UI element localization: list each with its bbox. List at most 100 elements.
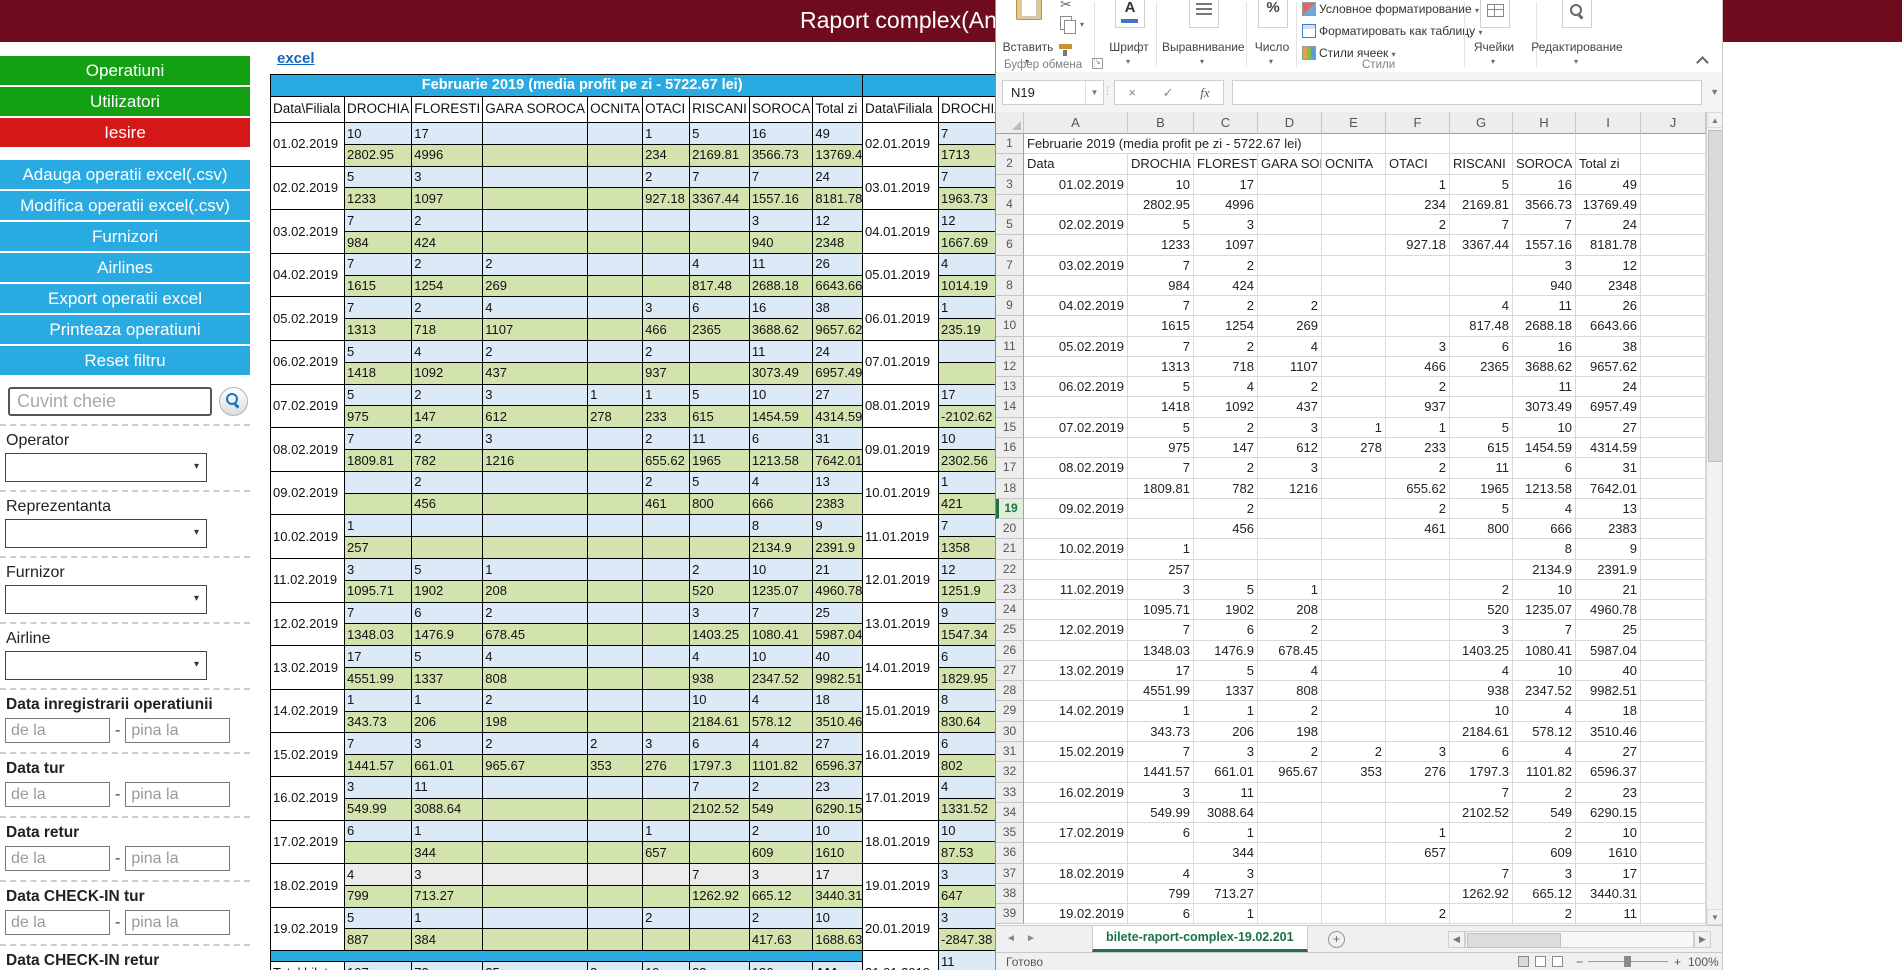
cell[interactable]: 1615 xyxy=(1128,316,1194,336)
column-header-I[interactable]: I xyxy=(1576,112,1641,134)
row-header-31[interactable]: 31 xyxy=(996,742,1024,762)
row-header-36[interactable]: 36 xyxy=(996,843,1024,863)
cell[interactable] xyxy=(1258,884,1322,904)
cell[interactable] xyxy=(1322,316,1386,336)
cell[interactable]: 3088.64 xyxy=(1194,803,1258,823)
cell[interactable]: 12 xyxy=(1576,256,1641,276)
row-header-5[interactable]: 5 xyxy=(996,215,1024,235)
cell[interactable]: 1337 xyxy=(1194,681,1258,701)
cell[interactable] xyxy=(1258,560,1322,580)
cell[interactable] xyxy=(1322,864,1386,884)
cell[interactable]: 1 xyxy=(1194,823,1258,843)
cell[interactable]: 1610 xyxy=(1576,843,1641,863)
normal-view-icon[interactable] xyxy=(1518,956,1529,967)
cell[interactable]: 8 xyxy=(1513,539,1576,559)
fx-icon[interactable]: fx xyxy=(1200,85,1209,101)
row-header-12[interactable]: 12 xyxy=(996,357,1024,377)
header-cell[interactable]: Total zi xyxy=(1576,154,1641,174)
cell[interactable]: 3 xyxy=(1258,458,1322,478)
cell[interactable]: 2391.9 xyxy=(1576,560,1641,580)
cell[interactable] xyxy=(1322,458,1386,478)
cell[interactable] xyxy=(1641,580,1706,600)
cell[interactable]: 6 xyxy=(1450,742,1513,762)
cell[interactable]: 1403.25 xyxy=(1450,641,1513,661)
cell[interactable]: 233 xyxy=(1386,438,1450,458)
cell[interactable] xyxy=(1128,843,1194,863)
cell[interactable]: 437 xyxy=(1258,397,1322,417)
cell[interactable] xyxy=(1641,316,1706,336)
cell[interactable] xyxy=(1322,134,1386,154)
cell[interactable] xyxy=(1641,276,1706,296)
filter-select-airline[interactable]: ▾ xyxy=(5,651,207,680)
cell[interactable]: 3 xyxy=(1258,418,1322,438)
sidebar-action-button[interactable]: Adauga operatii excel(.csv) xyxy=(0,160,250,189)
cell[interactable] xyxy=(1641,722,1706,742)
cell[interactable] xyxy=(1386,641,1450,661)
cell[interactable] xyxy=(1024,397,1128,417)
cell[interactable]: 817.48 xyxy=(1450,316,1513,336)
cell[interactable]: 2184.61 xyxy=(1450,722,1513,742)
cell[interactable]: 3566.73 xyxy=(1513,195,1576,215)
cell[interactable]: 5 xyxy=(1194,580,1258,600)
cell[interactable]: 06.02.2019 xyxy=(1024,377,1128,397)
date-from-input[interactable] xyxy=(5,782,110,807)
cell[interactable]: 1313 xyxy=(1128,357,1194,377)
cell[interactable]: 1233 xyxy=(1128,235,1194,255)
cell[interactable]: 04.02.2019 xyxy=(1024,296,1128,316)
sidebar-action-button[interactable]: Printeaza operatiuni xyxy=(0,315,250,344)
cell[interactable]: 2 xyxy=(1386,215,1450,235)
cell[interactable]: 665.12 xyxy=(1513,884,1576,904)
cell[interactable]: 2688.18 xyxy=(1513,316,1576,336)
cell[interactable]: 17 xyxy=(1128,661,1194,681)
cell[interactable] xyxy=(1322,357,1386,377)
row-header-15[interactable]: 15 xyxy=(996,418,1024,438)
cell[interactable] xyxy=(1322,560,1386,580)
cell[interactable]: 49 xyxy=(1576,175,1641,195)
cell[interactable]: 2 xyxy=(1194,458,1258,478)
cell[interactable] xyxy=(1258,783,1322,803)
cell[interactable] xyxy=(1386,681,1450,701)
cell[interactable]: 1 xyxy=(1194,701,1258,721)
row-header-33[interactable]: 33 xyxy=(996,783,1024,803)
cell[interactable]: 549 xyxy=(1513,803,1576,823)
cell[interactable]: 1902 xyxy=(1194,600,1258,620)
cell[interactable] xyxy=(1322,823,1386,843)
column-header-H[interactable]: H xyxy=(1513,112,1576,134)
cell[interactable]: 3 xyxy=(1194,864,1258,884)
cell[interactable]: 4 xyxy=(1194,377,1258,397)
cell[interactable]: 7 xyxy=(1513,620,1576,640)
cell[interactable]: 456 xyxy=(1194,519,1258,539)
cell[interactable] xyxy=(1386,884,1450,904)
cell[interactable]: 2 xyxy=(1386,458,1450,478)
cell[interactable] xyxy=(1641,701,1706,721)
filter-select-operator[interactable]: ▾ xyxy=(5,453,207,482)
cell[interactable] xyxy=(1641,641,1706,661)
cell[interactable] xyxy=(1386,803,1450,823)
cell[interactable]: 3 xyxy=(1513,256,1576,276)
cell[interactable]: 7 xyxy=(1128,742,1194,762)
cell[interactable] xyxy=(1641,884,1706,904)
cell[interactable] xyxy=(1450,397,1513,417)
cell[interactable]: 461 xyxy=(1386,519,1450,539)
cell[interactable]: 3 xyxy=(1386,742,1450,762)
cell[interactable]: 2 xyxy=(1194,499,1258,519)
row-header-29[interactable]: 29 xyxy=(996,701,1024,721)
font-group-label[interactable]: Шрифт xyxy=(1099,40,1159,54)
cell[interactable]: 3510.46 xyxy=(1576,722,1641,742)
cell[interactable]: 353 xyxy=(1322,762,1386,782)
cell[interactable] xyxy=(1641,864,1706,884)
cell[interactable]: 1092 xyxy=(1194,397,1258,417)
cell[interactable] xyxy=(1322,904,1386,924)
sidebar-action-button[interactable]: Reset filtru xyxy=(0,346,250,375)
sidebar-action-button[interactable]: Modifica operatii excel(.csv) xyxy=(0,191,250,220)
cell[interactable]: 1101.82 xyxy=(1513,762,1576,782)
cell[interactable]: 24 xyxy=(1576,377,1641,397)
cell[interactable] xyxy=(1576,134,1641,154)
row-header-3[interactable]: 3 xyxy=(996,175,1024,195)
date-from-input[interactable] xyxy=(5,846,110,871)
font-settings-button[interactable]: А xyxy=(1115,0,1145,28)
cell[interactable]: 276 xyxy=(1386,762,1450,782)
header-cell[interactable]: SOROCA xyxy=(1513,154,1576,174)
cell[interactable]: 3 xyxy=(1513,864,1576,884)
row-header-39[interactable]: 39 xyxy=(996,904,1024,924)
